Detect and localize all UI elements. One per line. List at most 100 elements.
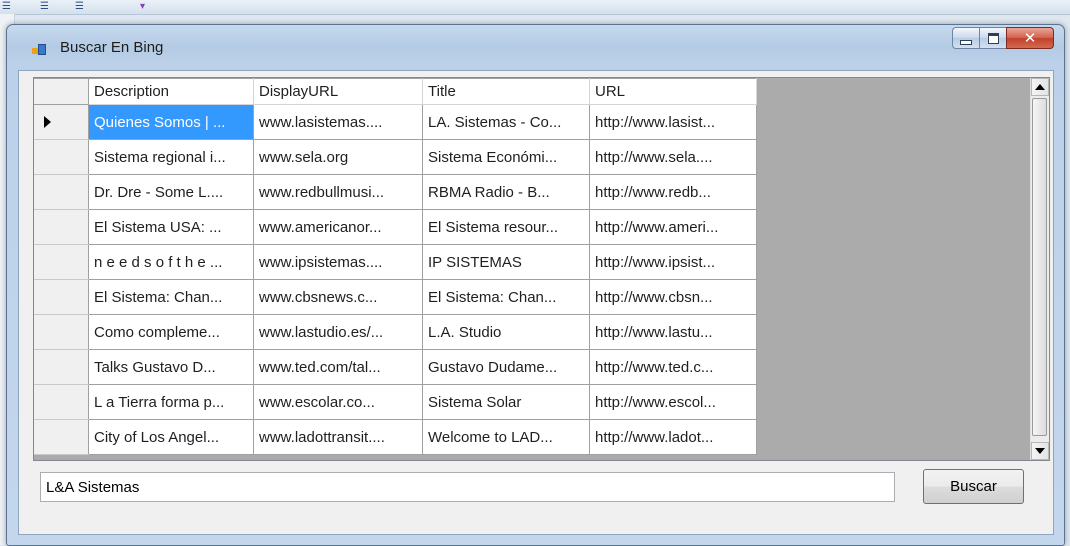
cell-description[interactable]: Como compleme... [88,314,254,350]
cell-text: Gustavo Dudame... [428,358,558,376]
cell-text: http://www.cbsn... [595,288,713,306]
cell-title[interactable]: L.A. Studio [422,314,590,350]
cell-displayurl[interactable]: www.lastudio.es/... [253,314,423,350]
title-bar[interactable]: Buscar En Bing ✕ [7,25,1064,69]
cell-description[interactable]: Dr. Dre - Some L.... [88,174,254,210]
cell-title[interactable]: El Sistema resour... [422,209,590,245]
cell-text: http://www.ameri... [595,218,719,236]
cell-title[interactable]: Sistema Solar [422,384,590,420]
close-button[interactable]: ✕ [1006,27,1054,49]
cell-text: El Sistema: Chan... [94,288,223,306]
cell-description[interactable]: Quienes Somos | ... [88,104,254,140]
table-row[interactable]: El Sistema: Chan... www.cbsnews.c... El Si… [34,279,757,315]
cell-url[interactable]: http://www.ipsist... [589,244,757,280]
search-button[interactable]: Buscar [923,469,1024,504]
cell-displayurl[interactable]: www.ted.com/tal... [253,349,423,385]
column-header-displayurl[interactable]: DisplayURL [253,78,423,105]
minimize-button[interactable] [952,27,979,49]
scroll-up-arrow-icon [1035,84,1045,90]
column-header-url[interactable]: URL [589,78,757,105]
cell-url[interactable]: http://www.redb... [589,174,757,210]
cell-title[interactable]: RBMA Radio - B... [422,174,590,210]
cell-title[interactable]: Gustavo Dudame... [422,349,590,385]
scroll-down-button[interactable] [1031,442,1049,460]
minimize-icon [960,39,972,45]
cell-url[interactable]: http://www.sela.... [589,139,757,175]
cell-text: Sistema regional i... [94,148,226,166]
column-header-description[interactable]: Description [88,78,254,105]
cell-displayurl[interactable]: www.ipsistemas.... [253,244,423,280]
cell-description[interactable]: n e e d s o f t h e ... [88,244,254,280]
cell-description[interactable]: El Sistema USA: ... [88,209,254,245]
row-header[interactable] [34,209,89,245]
cell-text: www.americanor... [259,218,382,236]
cell-title[interactable]: LA. Sistemas - Co... [422,104,590,140]
row-header[interactable] [34,279,89,315]
row-header[interactable] [34,314,89,350]
cell-url[interactable]: http://www.lasist... [589,104,757,140]
cell-text: http://www.redb... [595,183,711,201]
cell-text: El Sistema: Chan... [428,288,557,306]
cell-url[interactable]: http://www.ted.c... [589,349,757,385]
cell-url[interactable]: http://www.escol... [589,384,757,420]
cell-url[interactable]: http://www.lastu... [589,314,757,350]
cell-displayurl[interactable]: www.redbullmusi... [253,174,423,210]
scroll-up-button[interactable] [1031,78,1049,96]
cell-title[interactable]: Welcome to LAD... [422,419,590,455]
vertical-scrollbar[interactable] [1030,78,1049,460]
table-row[interactable]: Como compleme... www.lastudio.es/... L.A. … [34,314,757,350]
search-input[interactable] [40,472,895,502]
grid-corner-header[interactable] [34,78,89,105]
cell-displayurl[interactable]: www.cbsnews.c... [253,279,423,315]
form-window-icon [32,44,46,56]
cell-displayurl[interactable]: www.ladottransit.... [253,419,423,455]
cell-description[interactable]: Sistema regional i... [88,139,254,175]
cell-displayurl[interactable]: www.sela.org [253,139,423,175]
row-header[interactable] [34,174,89,210]
results-data-grid[interactable]: Description DisplayURL Title URL Quienes… [33,77,1050,461]
cell-text: Como compleme... [94,323,220,341]
form-client-area: Description DisplayURL Title URL Quienes… [18,70,1054,535]
table-row[interactable]: Quienes Somos | ... www.lasistemas.... LA.… [34,104,757,140]
table-row[interactable]: L a Tierra forma p... www.escolar.co... Si… [34,384,757,420]
table-row[interactable]: Talks Gustavo D... www.ted.com/tal... Gust… [34,349,757,385]
row-header[interactable] [34,139,89,175]
cell-text: IP SISTEMAS [428,253,522,271]
cell-description[interactable]: L a Tierra forma p... [88,384,254,420]
cell-text: LA. Sistemas - Co... [428,113,562,131]
cell-title[interactable]: Sistema Económi... [422,139,590,175]
table-row[interactable]: n e e d s o f t h e ... www.ipsistemas...… [34,244,757,280]
cell-text: www.ted.com/tal... [259,358,381,376]
cell-text: Talks Gustavo D... [94,358,216,376]
cell-url[interactable]: http://www.cbsn... [589,279,757,315]
cell-displayurl[interactable]: www.escolar.co... [253,384,423,420]
table-row[interactable]: Sistema regional i... www.sela.org Sistema… [34,139,757,175]
row-header[interactable] [34,104,89,140]
cell-displayurl[interactable]: www.americanor... [253,209,423,245]
maximize-icon [987,32,999,44]
column-header-title[interactable]: Title [422,78,590,105]
cell-text: http://www.lasist... [595,113,716,131]
cell-text: Sistema Económi... [428,148,558,166]
cell-text: Welcome to LAD... [428,428,553,446]
cell-title[interactable]: IP SISTEMAS [422,244,590,280]
row-header[interactable] [34,419,89,455]
scrollbar-thumb[interactable] [1032,98,1047,436]
row-header[interactable] [34,244,89,280]
row-header[interactable] [34,349,89,385]
maximize-button[interactable] [979,27,1006,49]
cell-title[interactable]: El Sistema: Chan... [422,279,590,315]
caption-buttons: ✕ [952,27,1054,49]
background-toolbar-icon: ☰ [75,1,84,12]
cell-description[interactable]: El Sistema: Chan... [88,279,254,315]
table-row[interactable]: El Sistema USA: ... www.americanor... El S… [34,209,757,245]
cell-text: www.lasistemas.... [259,113,383,131]
cell-displayurl[interactable]: www.lasistemas.... [253,104,423,140]
table-row[interactable]: City of Los Angel... www.ladottransit....… [34,419,757,455]
cell-url[interactable]: http://www.ladot... [589,419,757,455]
cell-description[interactable]: Talks Gustavo D... [88,349,254,385]
cell-description[interactable]: City of Los Angel... [88,419,254,455]
cell-url[interactable]: http://www.ameri... [589,209,757,245]
row-header[interactable] [34,384,89,420]
table-row[interactable]: Dr. Dre - Some L.... www.redbullmusi... RB… [34,174,757,210]
